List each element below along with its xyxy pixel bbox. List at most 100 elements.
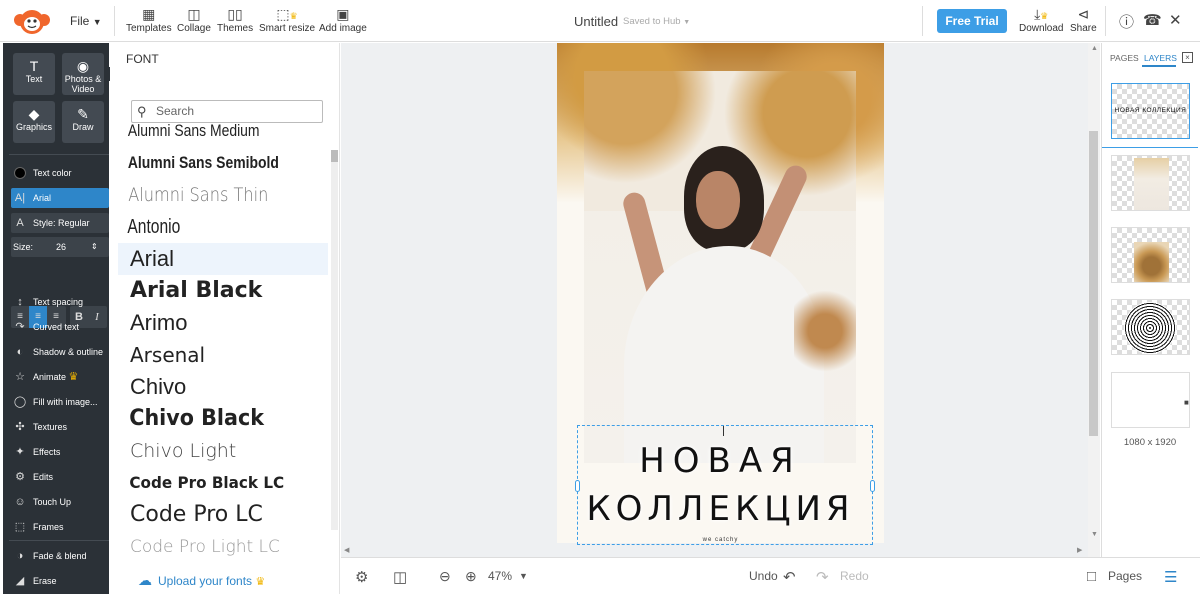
layer-background[interactable] bbox=[1111, 227, 1190, 283]
saved-status[interactable]: Saved to Hub ▼ bbox=[623, 16, 690, 27]
sidebar-item-touch-up[interactable]: ☺ Touch Up bbox=[11, 492, 109, 512]
font-item[interactable]: Chivo Black bbox=[118, 403, 315, 435]
download-button[interactable]: ⤓♛ Download bbox=[1019, 5, 1063, 34]
scroll-up-icon[interactable]: ▲ bbox=[1091, 45, 1098, 52]
smart-resize-button[interactable]: ⬚♛ Smart resize bbox=[259, 5, 315, 34]
font-item-selected[interactable]: Arial bbox=[118, 243, 328, 275]
photo-face bbox=[696, 171, 740, 229]
style-selector-label: Style: Regular bbox=[33, 218, 90, 228]
sidebar-item-shadow-outline[interactable]: ◐ Shadow & outline bbox=[11, 342, 109, 362]
scrollbar-thumb[interactable] bbox=[1089, 131, 1098, 436]
undo-label[interactable]: Undo bbox=[749, 569, 778, 583]
sidebar-item-text-spacing[interactable]: ↕ Text spacing bbox=[11, 292, 109, 312]
sidebar-item-fill-image[interactable]: ◯ Fill with image... bbox=[11, 392, 109, 412]
sidebar-item-effects[interactable]: ✦ Effects bbox=[11, 442, 109, 462]
scroll-down-icon[interactable]: ▼ bbox=[1091, 531, 1098, 538]
font-item[interactable]: Alumni Sans Medium bbox=[118, 123, 290, 147]
zoom-out-icon[interactable]: ⊖ bbox=[439, 568, 451, 585]
font-item[interactable]: Chivo bbox=[118, 371, 328, 403]
draw-label: Draw bbox=[72, 122, 94, 132]
download-label: Download bbox=[1019, 23, 1064, 34]
sidebar-item-animate[interactable]: ☆ Animate ♛ bbox=[11, 367, 109, 387]
gear-icon[interactable]: ⚙ bbox=[355, 568, 368, 586]
sidebar-item-edits[interactable]: ⚙ Edits bbox=[11, 467, 109, 487]
bell-icon[interactable]: ☎ bbox=[1143, 11, 1162, 29]
sidebar-item-erase[interactable]: ◢ Erase bbox=[11, 571, 109, 591]
font-search-input[interactable]: ⚲ Search bbox=[131, 100, 323, 123]
flip-icon[interactable]: ◫ bbox=[393, 568, 407, 586]
resize-handle-left[interactable] bbox=[575, 480, 580, 492]
zoom-in-icon[interactable]: ⊕ bbox=[465, 568, 477, 585]
font-item[interactable]: Code Pro LC bbox=[118, 499, 328, 531]
canvas-vertical-scrollbar[interactable]: ▲ ▼ bbox=[1088, 43, 1100, 557]
pages-label[interactable]: Pages bbox=[1108, 569, 1142, 583]
layer-page[interactable]: ■ bbox=[1111, 372, 1190, 428]
download-icon: ⤓♛ bbox=[1034, 6, 1049, 22]
font-item[interactable]: Arsenal bbox=[118, 339, 328, 371]
templates-button[interactable]: ▦ Templates bbox=[126, 5, 172, 34]
stepper-arrows-icon[interactable]: ⇕ bbox=[91, 237, 98, 257]
themes-icon: ▯▯ bbox=[227, 6, 243, 22]
scroll-right-icon[interactable]: ▶ bbox=[1077, 546, 1082, 554]
woman-photo[interactable] bbox=[584, 71, 856, 463]
sidebar-item-frames[interactable]: ⬚ Frames bbox=[11, 517, 109, 537]
share-button[interactable]: ⊲ Share bbox=[1070, 5, 1097, 34]
text-color-row[interactable]: Text color bbox=[11, 163, 109, 183]
text-tool-button[interactable]: T Text bbox=[13, 53, 55, 95]
redo-label[interactable]: Redo bbox=[840, 569, 869, 583]
font-item[interactable]: Code Pro Light LC bbox=[118, 531, 328, 560]
file-menu[interactable]: File ▼ bbox=[70, 14, 102, 28]
size-stepper[interactable]: Size: 26 ⇕ bbox=[11, 237, 109, 257]
sidebar-divider bbox=[9, 154, 109, 155]
toolbar-divider bbox=[922, 6, 923, 36]
scrollbar-thumb[interactable] bbox=[331, 150, 338, 162]
zoom-level[interactable]: 47% bbox=[488, 569, 512, 583]
text-selection-box[interactable] bbox=[577, 425, 873, 545]
help-icon[interactable]: ⓘ bbox=[1119, 11, 1134, 32]
picmonkey-logo-icon[interactable] bbox=[12, 7, 52, 35]
close-icon[interactable]: ✕ bbox=[1169, 11, 1182, 29]
size-value[interactable]: 26 bbox=[56, 237, 66, 257]
lock-icon[interactable]: ■ bbox=[1184, 398, 1189, 407]
add-page-icon[interactable]: □ bbox=[1087, 568, 1096, 585]
tab-layers[interactable]: LAYERS bbox=[1144, 53, 1177, 63]
collage-button[interactable]: ◫ Collage bbox=[177, 5, 211, 34]
layer-photo[interactable] bbox=[1111, 155, 1190, 211]
font-item[interactable]: Chivo Light bbox=[118, 435, 328, 467]
graphics-button[interactable]: ◆ Graphics bbox=[13, 101, 55, 143]
sidebar-item-fade-blend[interactable]: ◑ Fade & blend bbox=[11, 546, 109, 566]
draw-button[interactable]: ✎ Draw bbox=[62, 101, 104, 143]
style-selector[interactable]: A Style: Regular bbox=[11, 213, 109, 233]
add-image-icon: ▣ bbox=[336, 6, 350, 22]
font-item[interactable]: Code Pro Black LC bbox=[118, 467, 318, 499]
document-title[interactable]: Untitled bbox=[574, 14, 618, 29]
layer-circles[interactable] bbox=[1111, 299, 1190, 355]
redo-icon[interactable]: ↷ bbox=[816, 568, 829, 586]
themes-button[interactable]: ▯▯ Themes bbox=[217, 5, 253, 34]
photo-plant bbox=[794, 291, 856, 391]
sidebar-item-label: Shadow & outline bbox=[33, 347, 104, 357]
sidebar-item-textures[interactable]: ✣ Textures bbox=[11, 417, 109, 437]
free-trial-button[interactable]: Free Trial bbox=[937, 9, 1007, 33]
layer-text[interactable]: НОВАЯ КОЛЛЕКЦИЯ bbox=[1111, 83, 1190, 139]
resize-handle-right[interactable] bbox=[870, 480, 875, 492]
photos-video-button[interactable]: ◉ Photos & Video bbox=[62, 53, 104, 95]
layers-icon[interactable]: ☰ bbox=[1164, 568, 1177, 586]
share-label: Share bbox=[1070, 23, 1097, 34]
tab-pages[interactable]: PAGES bbox=[1110, 53, 1139, 63]
upload-fonts-link[interactable]: ☁ Upload your fonts ♛ bbox=[138, 572, 265, 589]
font-item[interactable]: Alumni Sans Thin bbox=[118, 179, 297, 211]
sidebar-item-curved-text[interactable]: ↷ Curved text bbox=[11, 317, 109, 337]
font-selector[interactable]: A| Arial bbox=[11, 188, 109, 208]
toolbar-divider bbox=[1105, 6, 1106, 36]
font-list-scrollbar[interactable] bbox=[331, 150, 338, 530]
undo-icon[interactable]: ↶ bbox=[783, 568, 796, 586]
font-item[interactable]: Alumni Sans Semibold bbox=[118, 147, 290, 179]
font-item[interactable]: Arial Black bbox=[118, 275, 328, 307]
scroll-left-icon[interactable]: ◀ bbox=[344, 546, 349, 554]
font-item[interactable]: Arimo bbox=[118, 307, 328, 339]
font-item[interactable]: Antonio bbox=[118, 211, 282, 243]
close-icon[interactable]: × bbox=[1182, 52, 1193, 63]
add-image-button[interactable]: ▣ Add image bbox=[319, 5, 367, 34]
chevron-down-icon[interactable]: ▼ bbox=[519, 571, 528, 581]
